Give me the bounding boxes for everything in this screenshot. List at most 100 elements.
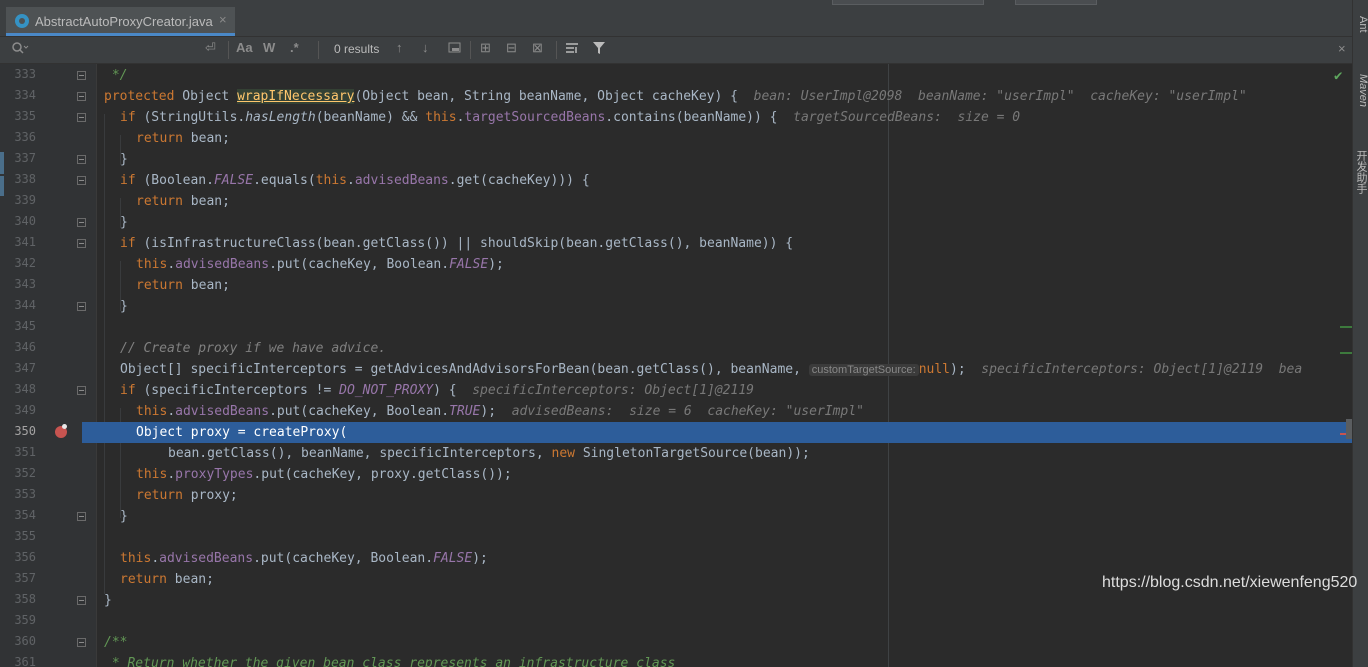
code-line: this.advisedBeans.put(cacheKey, Boolean.… bbox=[120, 551, 488, 566]
code-line: this.advisedBeans.put(cacheKey, Boolean.… bbox=[136, 404, 864, 419]
line-number: 343 bbox=[14, 277, 36, 291]
tab-close-icon[interactable]: × bbox=[219, 12, 227, 27]
fold-marker[interactable] bbox=[77, 638, 86, 647]
error-stripe-mark[interactable] bbox=[1340, 326, 1352, 328]
code-line: protected Object wrapIfNecessary(Object … bbox=[104, 89, 1247, 104]
tab-label: AbstractAutoProxyCreator.java bbox=[35, 14, 213, 29]
code-line: return bean; bbox=[136, 131, 230, 146]
select-occurrences-icon[interactable]: ⊠ bbox=[532, 40, 543, 56]
line-number: 359 bbox=[14, 613, 36, 627]
line-number: 356 bbox=[14, 550, 36, 564]
line-number: 354 bbox=[14, 508, 36, 522]
line-number: 333 bbox=[14, 67, 36, 81]
inspection-ok-icon[interactable]: ✔ bbox=[1334, 68, 1342, 84]
line-number: 360 bbox=[14, 634, 36, 648]
fold-marker[interactable] bbox=[77, 155, 86, 164]
tab-abstract-auto-proxy-creator[interactable]: AbstractAutoProxyCreator.java × bbox=[6, 7, 235, 36]
current-execution-line: Object proxy = createProxy( bbox=[82, 422, 1352, 443]
add-cursor-icon[interactable]: ⊞ bbox=[480, 40, 491, 56]
ant-tool-button[interactable]: Ant bbox=[1353, 16, 1368, 33]
line-number: 335 bbox=[14, 109, 36, 123]
debug-inline-value: advisedBeans: size = 6 cacheKey: "userIm… bbox=[496, 404, 864, 419]
toolbar-widget[interactable] bbox=[1015, 0, 1097, 5]
regex-icon[interactable]: .* bbox=[290, 40, 299, 55]
scrollbar-thumb[interactable] bbox=[1346, 419, 1352, 439]
maven-tool-button[interactable]: Maven bbox=[1353, 74, 1368, 107]
line-number: 347 bbox=[14, 361, 36, 375]
line-number: 353 bbox=[14, 487, 36, 501]
code-line: return bean; bbox=[136, 194, 230, 209]
code-line: /** bbox=[104, 635, 128, 650]
code-line: } bbox=[120, 215, 128, 230]
find-bar: ⏎ Aa W .* 0 results ↑ ↓ ⊞ ⊟ ⊠ × bbox=[0, 37, 1352, 64]
fold-marker[interactable] bbox=[77, 512, 86, 521]
fold-marker[interactable] bbox=[77, 176, 86, 185]
fold-marker[interactable] bbox=[77, 113, 86, 122]
line-number: 357 bbox=[14, 571, 36, 585]
search-icon[interactable] bbox=[11, 41, 29, 58]
watermark-url: https://blog.csdn.net/xiewenfeng520 bbox=[1102, 574, 1358, 591]
breakpoint-icon[interactable] bbox=[55, 424, 67, 438]
line-number: 341 bbox=[14, 235, 36, 249]
code-line: * Return whether the given bean class re… bbox=[104, 656, 676, 667]
in-selection-icon[interactable] bbox=[565, 41, 579, 58]
code-line: // Create proxy if we have advice. bbox=[104, 338, 386, 359]
code-line: if (StringUtils.hasLength(beanName) && t… bbox=[120, 110, 1021, 125]
filter-icon[interactable] bbox=[592, 41, 606, 58]
fold-marker[interactable] bbox=[77, 218, 86, 227]
line-number: 361 bbox=[14, 655, 36, 667]
line-number: 338 bbox=[14, 172, 36, 186]
close-find-icon[interactable]: × bbox=[1338, 41, 1346, 56]
fold-marker[interactable] bbox=[77, 386, 86, 395]
code-line: this.advisedBeans.put(cacheKey, Boolean.… bbox=[136, 257, 504, 272]
code-line: if (Boolean.FALSE.equals(this.advisedBea… bbox=[120, 173, 590, 188]
remove-cursor-icon[interactable]: ⊟ bbox=[506, 40, 517, 56]
code-line: } bbox=[120, 509, 128, 524]
code-line: return bean; bbox=[136, 278, 230, 293]
error-stripe-mark[interactable] bbox=[1340, 352, 1352, 354]
code-line: if (specificInterceptors != DO_NOT_PROXY… bbox=[120, 383, 754, 398]
code-line: bean.getClass(), beanName, specificInter… bbox=[168, 446, 810, 461]
match-case-icon[interactable]: Aa bbox=[236, 40, 253, 55]
fold-marker[interactable] bbox=[77, 596, 86, 605]
line-number: 336 bbox=[14, 130, 36, 144]
fold-marker[interactable] bbox=[77, 302, 86, 311]
prev-occurrence-icon[interactable]: ↑ bbox=[396, 40, 403, 55]
regex-enter-icon[interactable]: ⏎ bbox=[205, 40, 216, 56]
code-line: Object[] specificInterceptors = getAdvic… bbox=[120, 362, 1303, 377]
divider bbox=[318, 41, 319, 59]
line-number: 355 bbox=[14, 529, 36, 543]
line-number: 344 bbox=[14, 298, 36, 312]
parameter-hint: customTargetSource: bbox=[808, 364, 919, 376]
run-config-widget[interactable] bbox=[832, 0, 984, 5]
line-number: 345 bbox=[14, 319, 36, 333]
line-number: 348 bbox=[14, 382, 36, 396]
next-occurrence-icon[interactable]: ↓ bbox=[422, 40, 429, 55]
code-line: } bbox=[104, 593, 112, 608]
right-tool-strip: Ant Maven 开发助手 bbox=[1352, 0, 1368, 667]
search-results-count: 0 results bbox=[334, 42, 380, 56]
line-number: 340 bbox=[14, 214, 36, 228]
code-comment: // Create proxy if we have advice. bbox=[120, 341, 387, 356]
code-line: return proxy; bbox=[136, 488, 238, 503]
line-number: 349 bbox=[14, 403, 36, 417]
select-all-occurrences-icon[interactable] bbox=[448, 41, 462, 58]
debug-inline-value: specificInterceptors: Object[1]@2119 bea bbox=[965, 362, 1303, 377]
fold-marker[interactable] bbox=[77, 239, 86, 248]
debug-inline-value: specificInterceptors: Object[1]@2119 bbox=[456, 383, 754, 398]
code-line: */ bbox=[104, 68, 128, 83]
code-line: } bbox=[120, 299, 128, 314]
assist-tool-button[interactable]: 开发助手 bbox=[1353, 150, 1368, 194]
line-number: 342 bbox=[14, 256, 36, 270]
line-number: 351 bbox=[14, 445, 36, 459]
editor-tab-bar: AbstractAutoProxyCreator.java × bbox=[0, 0, 1352, 37]
code-line: this.proxyTypes.put(cacheKey, proxy.getC… bbox=[136, 467, 512, 482]
fold-marker[interactable] bbox=[77, 92, 86, 101]
words-icon[interactable]: W bbox=[263, 40, 275, 55]
divider bbox=[228, 41, 229, 59]
code-line: return bean; bbox=[120, 572, 214, 587]
line-number: 352 bbox=[14, 466, 36, 480]
search-input[interactable] bbox=[34, 40, 198, 60]
fold-marker[interactable] bbox=[77, 71, 86, 80]
line-number: 337 bbox=[14, 151, 36, 165]
